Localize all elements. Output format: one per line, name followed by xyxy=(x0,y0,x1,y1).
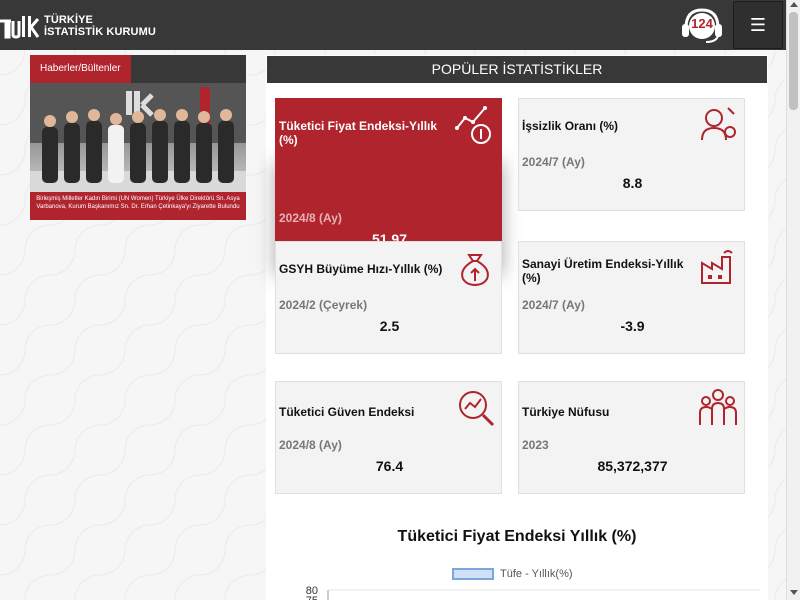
page-scrollbar[interactable] xyxy=(786,0,800,600)
factory-icon xyxy=(701,250,733,284)
news-panel: Haberler/Bültenler Birleşmiş Milletler K… xyxy=(30,55,246,220)
hotline-124[interactable]: 124 xyxy=(680,4,724,46)
menu-button[interactable]: ☰ xyxy=(733,1,783,49)
stat-card-value: 85,372,377 xyxy=(597,458,668,474)
news-tab[interactable]: Haberler/Bültenler xyxy=(30,55,131,83)
hamburger-icon: ☰ xyxy=(749,14,767,35)
popular-stats-title: POPÜLER İSTATİSTİKLER xyxy=(267,56,767,83)
scroll-down-arrow-icon[interactable] xyxy=(790,590,798,595)
legend-swatch xyxy=(452,568,494,580)
stat-card-title: Sanayi Üretim Endeksi-Yıllık (%) xyxy=(522,257,684,285)
stat-card-period: 2024/7 (Ay) xyxy=(522,298,585,312)
stat-card-title: Türkiye Nüfusu xyxy=(522,405,610,419)
worker-gear-icon xyxy=(701,107,736,141)
chart-area: 80 75 xyxy=(306,585,760,600)
stat-card-title: İşsizlik Oranı (%) xyxy=(522,119,619,133)
chart-title: Tüketici Fiyat Endeksi Yıllık (%) xyxy=(397,528,637,545)
stat-card-value: 8.8 xyxy=(622,175,643,191)
logo-line-2: İSTATİSTİK KURUMU xyxy=(44,26,156,38)
stat-card-cpi-top[interactable]: Tüketici Fiyat Endeksi-Yıllık (%) xyxy=(275,98,502,156)
news-bar: Haberler/Bültenler xyxy=(30,55,246,83)
population-icon xyxy=(699,389,737,425)
tuik-logo[interactable]: TÜRKİYE İSTATİSTİK KURUMU xyxy=(0,12,156,40)
chart-legend[interactable]: Tüfe - Yıllık(%) xyxy=(452,568,573,580)
news-caption[interactable]: Birleşmiş Milletler Kadın Birimi (UN Wom… xyxy=(30,192,246,220)
logo-line-1: TÜRKİYE xyxy=(44,14,93,26)
stat-card-title: GSYH Büyüme Hızı-Yıllık (%) xyxy=(279,262,443,276)
stat-card-title: Tüketici Güven Endeksi xyxy=(279,405,415,419)
scroll-thumb[interactable] xyxy=(789,12,798,110)
group-photo-illustration xyxy=(30,83,246,192)
stat-card-population[interactable]: Türkiye Nüfusu 2023 85,372,377 xyxy=(518,381,745,494)
news-photo[interactable] xyxy=(30,83,246,192)
money-bag-icon xyxy=(461,254,489,287)
stat-card-period: 2024/2 (Çeyrek) xyxy=(279,298,368,312)
stat-card-value: -3.9 xyxy=(620,318,645,334)
y-tick-75: 75 xyxy=(306,595,318,600)
stat-card-period: 2024/8 (Ay) xyxy=(279,211,342,225)
stat-card-gdp[interactable]: GSYH Büyüme Hızı-Yıllık (%) 2024/2 (Çeyr… xyxy=(275,241,502,354)
stat-card-value: 2.5 xyxy=(379,318,400,334)
tuik-logo-mark xyxy=(0,16,40,39)
stat-card-period: 2023 xyxy=(522,438,549,452)
stat-card-industrial-production[interactable]: Sanayi Üretim Endeksi-Yıllık (%) 2024/7 … xyxy=(518,241,745,354)
site-header: TÜRKİYE İSTATİSTİK KURUMU 124 ☰ xyxy=(0,0,800,50)
price-chart-icon xyxy=(455,106,491,144)
stat-card-title: Tüketici Fiyat Endeksi-Yıllık (%) xyxy=(279,119,438,147)
magnifier-chart-icon xyxy=(459,391,495,427)
stat-card-value: 76.4 xyxy=(375,458,404,474)
stat-card-consumer-confidence[interactable]: Tüketici Güven Endeksi 2024/8 (Ay) 76.4 xyxy=(275,381,502,494)
stat-card-unemployment[interactable]: İşsizlik Oranı (%) 2024/7 (Ay) 8.8 xyxy=(518,98,745,211)
stat-card-period: 2024/7 (Ay) xyxy=(522,155,585,169)
stat-card-period: 2024/8 (Ay) xyxy=(279,438,342,452)
scroll-up-arrow-icon[interactable] xyxy=(790,2,798,7)
legend-label: Tüfe - Yıllık(%) xyxy=(500,568,573,580)
logo-text: TÜRKİYE İSTATİSTİK KURUMU xyxy=(44,14,156,38)
hotline-number: 124 xyxy=(691,16,713,31)
